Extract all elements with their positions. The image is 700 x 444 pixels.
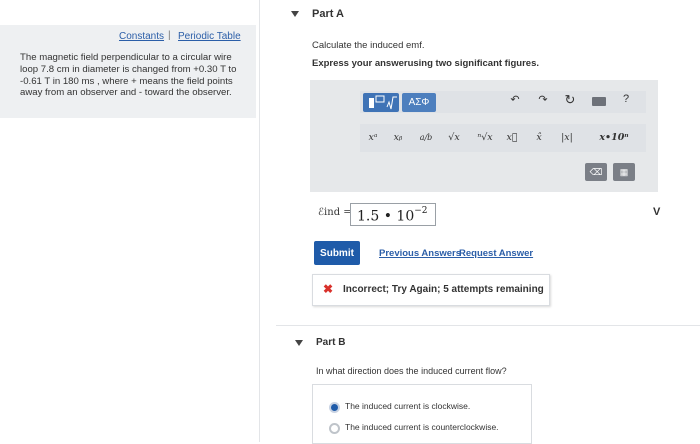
options-list [312,384,532,444]
option-clockwise-label: The induced current is clockwise. [345,401,471,411]
vector-button[interactable]: x⃗ [503,128,521,148]
superscript-button[interactable]: xᵃ [363,128,383,148]
previous-answers-link[interactable]: Previous Answers [379,248,461,259]
part-a-title: Part A [312,8,344,20]
radio-counterclockwise[interactable] [329,423,340,434]
submit-button[interactable]: Submit [314,241,360,265]
unit-label: V [653,206,661,218]
undo-icon[interactable]: ↶ [508,93,522,106]
nth-root-button[interactable]: ⁿ√x [473,128,497,148]
subscript-button[interactable]: xᵦ [388,128,408,148]
templates-icon [369,95,397,110]
part-b-title: Part B [316,337,346,348]
keyboard-icon[interactable] [592,97,606,106]
emf-label: ℰind = [318,207,352,218]
link-separator: | [168,30,171,41]
fraction-button[interactable]: a/b [416,128,436,148]
answer-mantissa: 1.5 • 10 [357,208,415,225]
unit-vector-button[interactable]: x̂ [530,128,548,148]
sci-notation-button[interactable]: x•10ⁿ [588,128,640,148]
templates-button[interactable] [363,93,399,112]
option-counterclockwise-label: The induced current is counterclockwise. [345,422,499,432]
part-a-prompt: Calculate the induced emf. [312,40,425,51]
answer-value: 1.5 • 10−2 [357,203,428,228]
calculator-icon[interactable]: ▦ [613,163,635,181]
delete-icon[interactable]: ⌫ [585,163,607,181]
problem-statement: The magnetic field perpendicular to a ci… [20,52,237,99]
collapse-part-a-icon[interactable] [291,11,299,17]
radio-clockwise[interactable] [329,402,340,413]
redo-icon[interactable]: ↷ [536,93,550,106]
help-icon[interactable]: ? [621,93,631,105]
collapse-part-b-icon[interactable] [295,340,303,346]
error-icon: ✖ [323,282,334,296]
part-b-prompt: In what direction does the induced curre… [316,366,507,376]
constants-link[interactable]: Constants [119,31,164,42]
greek-symbols-button[interactable]: ΑΣΦ [402,93,436,112]
feedback-text: Incorrect; Try Again; 5 attempts remaini… [343,284,544,295]
answer-exponent: −2 [414,206,428,216]
abs-value-button[interactable]: |x| [556,128,578,148]
sqrt-button[interactable]: √x [443,128,465,148]
reset-icon[interactable]: ↻ [563,92,577,108]
request-answer-link[interactable]: Request Answer [459,248,533,259]
panel-divider [259,0,260,442]
section-divider [276,325,700,326]
part-a-instruction: Express your answerusing two significant… [312,58,539,69]
periodic-table-link[interactable]: Periodic Table [178,31,241,42]
